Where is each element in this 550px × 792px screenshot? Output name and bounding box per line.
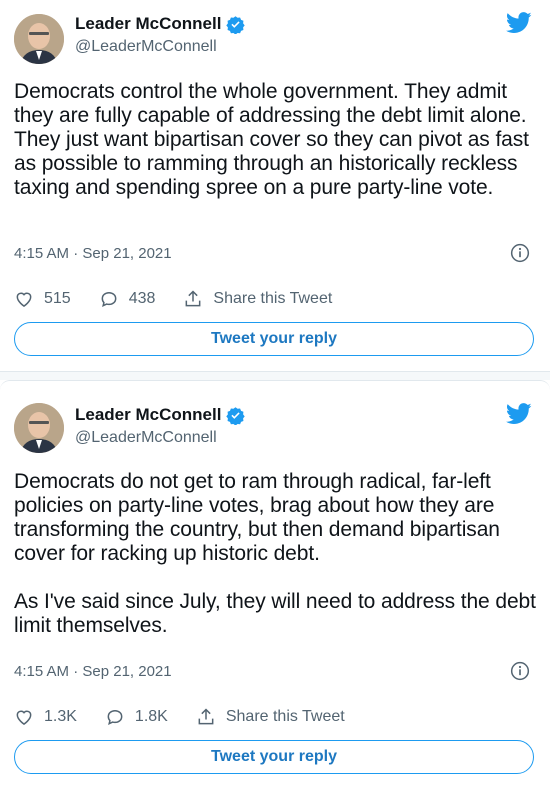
tweet-text: Democrats do not get to ram through radi… bbox=[14, 470, 536, 637]
tweet-separator bbox=[0, 372, 550, 380]
author-name-row[interactable]: Leader McConnell bbox=[75, 405, 246, 425]
tweet-actions: 1.3K 1.8K Share this Tweet bbox=[14, 707, 373, 727]
tweet-text: Democrats control the whole government. … bbox=[14, 80, 535, 199]
verified-badge-icon bbox=[226, 406, 246, 425]
avatar[interactable] bbox=[14, 403, 64, 453]
author-handle[interactable]: @LeaderMcConnell bbox=[75, 429, 217, 447]
heart-icon bbox=[16, 710, 32, 725]
tweet-your-reply-button[interactable]: Tweet your reply bbox=[14, 740, 534, 774]
info-icon[interactable] bbox=[510, 661, 530, 681]
verified-badge-icon bbox=[226, 15, 246, 34]
twitter-bird-icon[interactable] bbox=[506, 403, 532, 425]
like-button[interactable]: 515 bbox=[14, 289, 71, 309]
author-name[interactable]: Leader McConnell bbox=[75, 405, 221, 425]
tweet-your-reply-button[interactable]: Tweet your reply bbox=[14, 322, 534, 356]
like-button[interactable]: 1.3K bbox=[14, 707, 77, 727]
share-label: Share this Tweet bbox=[225, 708, 345, 725]
reply-count: 438 bbox=[128, 290, 156, 307]
tweet-timestamp[interactable]: 4:15 AM · Sep 21, 2021 bbox=[14, 663, 172, 680]
like-count: 1.3K bbox=[44, 708, 77, 725]
share-label: Share this Tweet bbox=[213, 290, 333, 307]
author-name[interactable]: Leader McConnell bbox=[75, 14, 221, 34]
tweet-card-2: Leader McConnell @LeaderMcConnell Democr… bbox=[0, 380, 550, 792]
tweet-timestamp[interactable]: 4:15 AM · Sep 21, 2021 bbox=[14, 245, 172, 262]
author-name-row[interactable]: Leader McConnell bbox=[75, 14, 246, 34]
reply-button[interactable]: 1.8K bbox=[105, 707, 168, 727]
share-icon bbox=[185, 290, 201, 307]
reply-icon bbox=[107, 709, 123, 725]
share-button[interactable]: Share this Tweet bbox=[196, 707, 345, 727]
info-icon[interactable] bbox=[510, 243, 530, 263]
heart-icon bbox=[16, 292, 32, 307]
tweet-card-1: Leader McConnell @LeaderMcConnell Democr… bbox=[0, 0, 550, 372]
tweet-actions: 515 438 Share this Tweet bbox=[14, 289, 360, 309]
reply-count: 1.8K bbox=[134, 708, 168, 725]
reply-button[interactable]: 438 bbox=[99, 289, 156, 309]
share-icon bbox=[198, 708, 214, 725]
twitter-bird-icon[interactable] bbox=[506, 12, 532, 34]
avatar[interactable] bbox=[14, 14, 64, 64]
reply-icon bbox=[101, 291, 117, 307]
like-count: 515 bbox=[44, 290, 71, 307]
author-handle[interactable]: @LeaderMcConnell bbox=[75, 38, 217, 56]
share-button[interactable]: Share this Tweet bbox=[183, 289, 332, 309]
